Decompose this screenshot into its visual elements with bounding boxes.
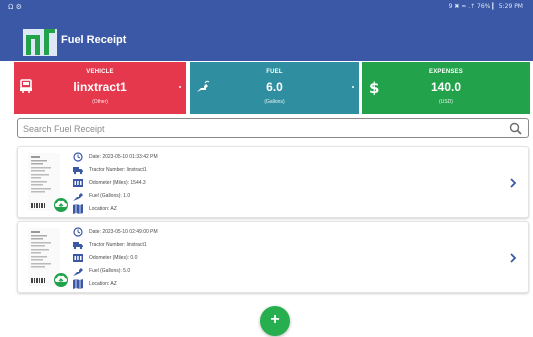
receipt-card[interactable]: Date: 2023-05-10 02:49:00 PM Tractor Num… xyxy=(17,221,529,293)
clock-icon xyxy=(73,152,83,162)
vehicle-card-value: linxtract1 xyxy=(73,80,127,94)
fuel-card-indicator xyxy=(352,86,354,88)
chevron-right-icon[interactable] xyxy=(508,252,518,264)
fuel-nozzle-icon xyxy=(73,193,83,201)
receipt-odometer: Odometer (Miles): 1544.3 xyxy=(89,180,146,186)
cloud-upload-icon[interactable] xyxy=(53,272,69,288)
fuel-card-value: 6.0 xyxy=(266,80,283,94)
add-receipt-button-label: + xyxy=(270,311,280,328)
status-left: Ω ⚙ xyxy=(8,3,22,11)
expenses-card-value: 140.0 xyxy=(430,80,462,94)
expenses-card-unit: (USD) xyxy=(439,99,453,105)
clock-icon xyxy=(73,227,83,237)
receipt-tractor: Tractor Number: linxtract1 xyxy=(89,167,147,173)
receipt-fuel: Fuel (Gallons): 5.0 xyxy=(89,268,131,274)
status-right: 9 ✖ ≈ .↑ 76% ▎ 5:29 PM xyxy=(448,3,523,10)
fuel-nozzle-icon xyxy=(73,268,83,276)
vehicle-card-title: VEHICLE xyxy=(86,69,114,75)
search-bar xyxy=(17,118,529,138)
map-icon xyxy=(73,204,83,214)
truck-icon xyxy=(73,167,83,175)
map-icon xyxy=(73,279,83,289)
receipt-odometer: Odometer (Miles): 0.0 xyxy=(89,255,138,261)
vehicle-card[interactable]: VEHICLE linxtract1 (Other) xyxy=(14,62,186,114)
vehicle-card-unit: (Other) xyxy=(92,99,108,105)
receipt-location: Location: AZ xyxy=(89,281,117,287)
receipt-card[interactable]: Date: 2023-05-10 01:33:42 PM Tractor Num… xyxy=(17,146,529,218)
vehicle-card-indicator xyxy=(179,86,181,88)
receipt-date: Date: 2023-05-10 01:33:42 PM xyxy=(89,154,158,160)
status-bar: Ω ⚙ 9 ✖ ≈ .↑ 76% ▎ 5:29 PM xyxy=(0,0,533,14)
app-header: Ω ⚙ 9 ✖ ≈ .↑ 76% ▎ 5:29 PM Fuel Receipt xyxy=(0,0,533,61)
add-receipt-button[interactable]: + xyxy=(260,306,290,336)
fuel-card[interactable]: FUEL 6.0 (Gallons) xyxy=(190,62,359,114)
truck-icon xyxy=(73,242,83,250)
page-title: Fuel Receipt xyxy=(61,34,127,46)
search-icon[interactable] xyxy=(509,122,522,135)
cloud-upload-icon[interactable] xyxy=(53,197,69,213)
odometer-icon xyxy=(73,179,83,187)
expenses-card[interactable]: $ EXPENSES 140.0 (USD) xyxy=(362,62,530,114)
expenses-card-title: EXPENSES xyxy=(429,69,463,75)
fuel-card-unit: (Gallons) xyxy=(264,99,285,105)
odometer-icon xyxy=(73,254,83,262)
fuel-card-title: FUEL xyxy=(266,69,283,75)
search-input[interactable] xyxy=(23,122,503,135)
app-logo xyxy=(23,26,57,56)
receipt-date: Date: 2023-05-10 02:49:00 PM xyxy=(89,229,158,235)
receipt-location: Location: AZ xyxy=(89,206,117,212)
receipt-tractor: Tractor Number: linxtract1 xyxy=(89,242,147,248)
receipt-fuel: Fuel (Gallons): 1.0 xyxy=(89,193,131,199)
app-screen: Ω ⚙ 9 ✖ ≈ .↑ 76% ▎ 5:29 PM Fuel Receipt … xyxy=(0,0,533,337)
chevron-right-icon[interactable] xyxy=(508,177,518,189)
